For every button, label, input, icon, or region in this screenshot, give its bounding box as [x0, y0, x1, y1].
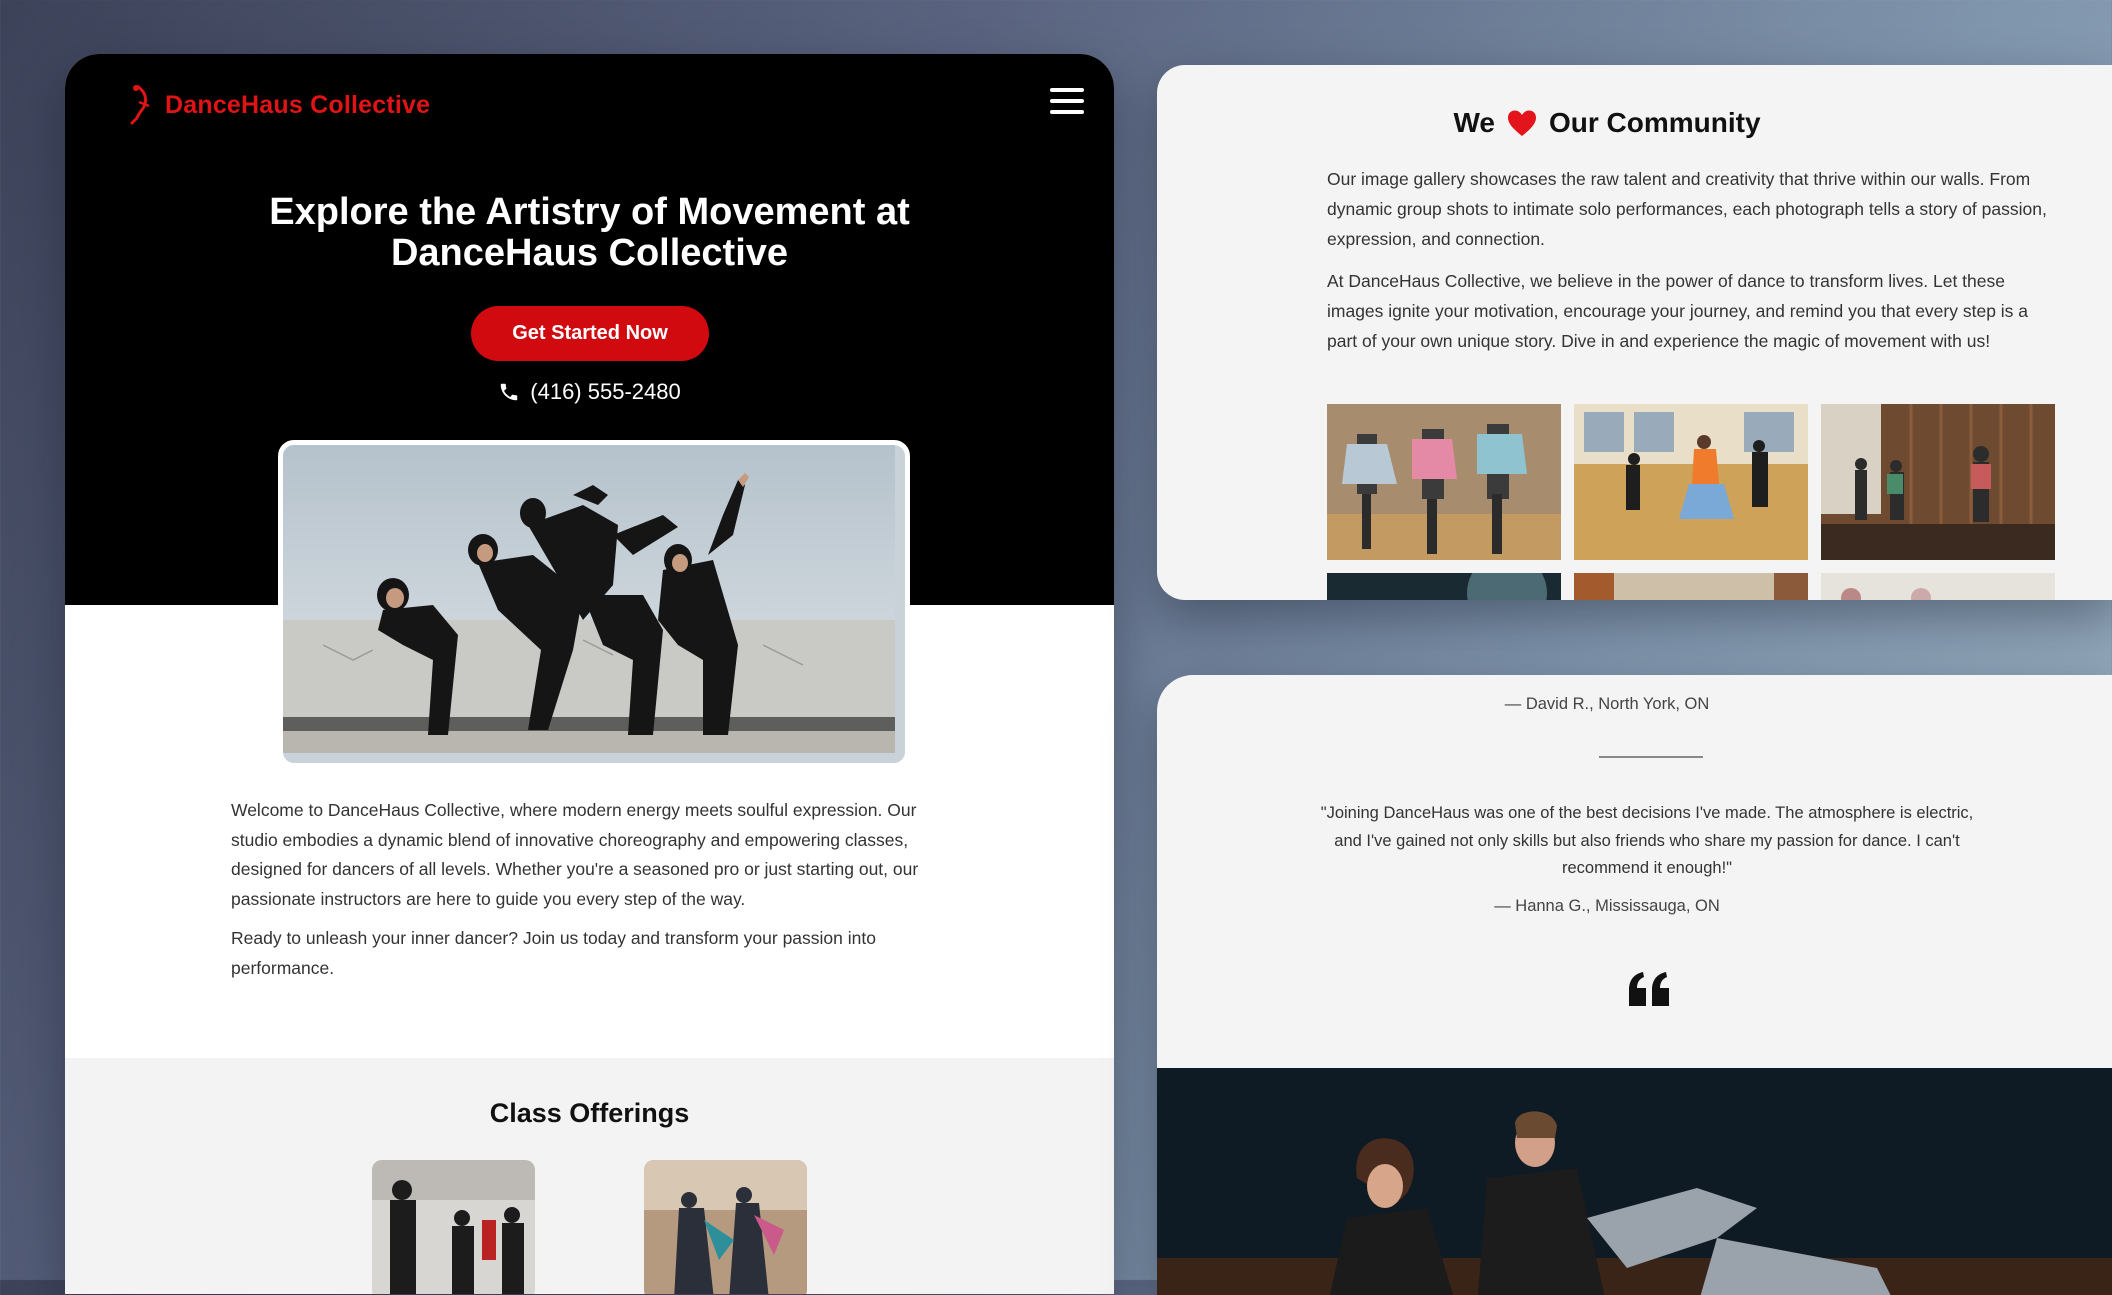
testimonial-dancers-photo: [1157, 1068, 2112, 1295]
hero-title: Explore the Artistry of Movement at Danc…: [269, 191, 910, 274]
phone-icon: [501, 383, 518, 401]
class-card-image[interactable]: [644, 1160, 807, 1294]
gallery-image[interactable]: [1327, 404, 1561, 560]
quote-mark-icon: [1629, 972, 1669, 1006]
class-offerings-title: Class Offerings: [489, 1098, 690, 1128]
testimonial-divider: [1599, 756, 1703, 758]
gallery-image[interactable]: [1821, 573, 2055, 600]
gallery-title-start: We: [1453, 107, 1495, 138]
phone-number: (416) 555-2480: [530, 379, 681, 404]
intro-paragraph: Welcome to DanceHaus Collective, where m…: [231, 800, 919, 909]
gallery-title-end: Our Community: [1548, 107, 1761, 138]
gallery-image[interactable]: [1574, 573, 1808, 600]
homepage-preview-card: DanceHaus Collective Explore the Artistr…: [65, 54, 1114, 1294]
dancer-logo-icon: [129, 84, 150, 126]
get-started-button[interactable]: Get Started Now: [471, 306, 709, 361]
top-navigation: DanceHaus Collective: [65, 54, 1114, 154]
heart-icon: [1507, 110, 1536, 136]
class-offerings-section: Class Offerings: [65, 1058, 1114, 1294]
class-card-image[interactable]: [372, 1160, 535, 1294]
brand-name: DanceHaus Collective: [165, 90, 431, 119]
hamburger-menu-icon[interactable]: [1050, 88, 1084, 116]
gallery-image[interactable]: [1327, 573, 1561, 600]
gallery-image[interactable]: [1574, 404, 1808, 560]
phone-link[interactable]: (416) 555-2480: [65, 379, 1114, 405]
testimonial-quote: "Joining DanceHaus was one of the best d…: [1320, 804, 1974, 877]
gallery-title: We Our Community: [1157, 107, 2057, 139]
gallery-paragraph: At DanceHaus Collective, we believe in t…: [1327, 271, 2029, 351]
gallery-image[interactable]: [1821, 404, 2055, 560]
testimonial-attribution: — David R., North York, ON: [1504, 695, 1710, 713]
gallery-preview-card: We Our Community Our image gallery showc…: [1157, 65, 2112, 600]
intro-paragraph: Ready to unleash your inner dancer? Join…: [231, 928, 876, 978]
testimonials-preview-card: — David R., North York, ON "Joining Danc…: [1157, 675, 2112, 1295]
gallery-description: Our image gallery showcases the raw tale…: [1327, 164, 2057, 368]
intro-text: Welcome to DanceHaus Collective, where m…: [231, 796, 949, 993]
gallery-paragraph: Our image gallery showcases the raw tale…: [1327, 169, 2047, 249]
brand-logo[interactable]: DanceHaus Collective: [125, 82, 430, 128]
testimonial-attribution: — Hanna G., Mississauga, ON: [1494, 897, 1720, 915]
hero-dancers-photo: [278, 440, 910, 768]
